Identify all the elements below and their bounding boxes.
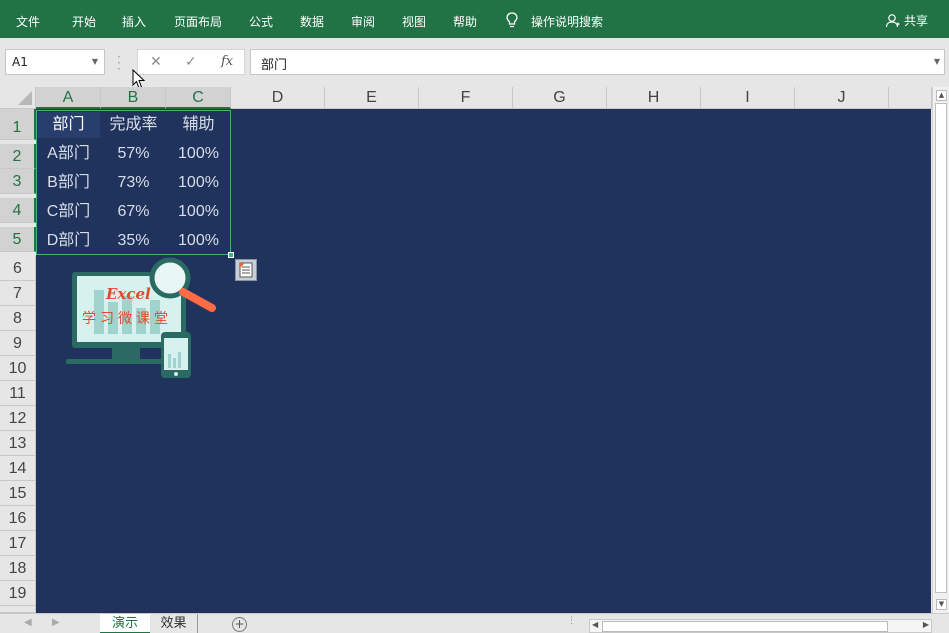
column-header-h[interactable]: H: [607, 87, 701, 109]
row-header-5[interactable]: 5: [0, 227, 36, 252]
row-header-15[interactable]: 15: [0, 481, 36, 506]
formula-content: 部门: [261, 58, 288, 73]
sheet-tabs-bar: ◀ ▶ 演示 效果 + ⋮ ◀ ▶: [0, 613, 949, 633]
row-header-19[interactable]: 19: [0, 581, 36, 606]
column-header-i[interactable]: I: [701, 87, 795, 109]
share-label: 共享: [904, 14, 929, 28]
row-header-16[interactable]: 16: [0, 506, 36, 531]
formula-bar-grip[interactable]: · · ·: [117, 51, 121, 75]
scroll-down-icon[interactable]: ▼: [936, 599, 947, 610]
scroll-left-icon[interactable]: ◀: [592, 620, 598, 629]
next-sheet-icon[interactable]: ▶: [52, 617, 60, 628]
enter-icon[interactable]: ✓: [185, 54, 197, 70]
row-header-top-strip: [0, 109, 36, 115]
sheet-tab-effect[interactable]: 效果: [150, 614, 198, 633]
tab-formulas[interactable]: 公式: [249, 13, 273, 30]
search-tell-me[interactable]: 操作说明搜索: [531, 13, 603, 30]
column-header-b[interactable]: B: [101, 87, 166, 109]
person-icon: [885, 14, 900, 28]
quick-analysis-icon: [239, 262, 253, 278]
fill-handle[interactable]: [228, 252, 234, 258]
formula-buttons: ✕ ✓ fx: [137, 49, 245, 75]
cancel-icon[interactable]: ✕: [150, 54, 162, 70]
tab-review[interactable]: 审阅: [351, 13, 375, 30]
column-header-j[interactable]: J: [795, 87, 889, 109]
row-header-1[interactable]: 1: [0, 115, 36, 140]
vertical-scrollbar[interactable]: ▲ ▼: [932, 87, 949, 613]
row-header-10[interactable]: 10: [0, 356, 36, 381]
column-header-g[interactable]: G: [513, 87, 607, 109]
ribbon-menu-bar: 文件 开始 插入 页面布局 公式 数据 审阅 视图 帮助 操作说明搜索 共享: [0, 0, 949, 38]
tab-view[interactable]: 视图: [402, 13, 426, 30]
add-sheet-icon[interactable]: +: [232, 617, 247, 632]
row-header-17[interactable]: 17: [0, 531, 36, 556]
selection-range: [36, 110, 234, 258]
row-header-18[interactable]: 18: [0, 556, 36, 581]
row-header-6[interactable]: 6: [0, 256, 36, 281]
column-header-a[interactable]: A: [36, 87, 101, 109]
row-header-20[interactable]: [0, 606, 36, 613]
sheet-tab-demo[interactable]: 演示: [100, 614, 150, 633]
row-header-2[interactable]: 2: [0, 144, 36, 169]
logo-title: Excel: [105, 285, 151, 303]
quick-analysis-button[interactable]: [235, 259, 257, 281]
column-header-c[interactable]: C: [166, 87, 231, 109]
formula-input[interactable]: 部门 ▼: [250, 49, 945, 75]
share-button[interactable]: 共享: [885, 12, 928, 29]
tab-page-layout[interactable]: 页面布局: [174, 13, 222, 30]
scroll-right-icon[interactable]: ▶: [923, 620, 929, 629]
scroll-up-icon[interactable]: ▲: [936, 90, 947, 101]
name-box[interactable]: A1 ▼: [5, 49, 105, 75]
name-box-value: A1: [12, 55, 28, 69]
tab-data[interactable]: 数据: [300, 13, 324, 30]
row-header-4[interactable]: 4: [0, 198, 36, 223]
insert-function-icon[interactable]: fx: [221, 54, 233, 69]
prev-sheet-icon[interactable]: ◀: [24, 617, 32, 628]
horizontal-scrollbar[interactable]: ◀ ▶: [589, 619, 932, 633]
select-all-corner[interactable]: [0, 87, 36, 109]
row-header-7[interactable]: 7: [0, 281, 36, 306]
horizontal-scroll-thumb[interactable]: [602, 621, 888, 632]
column-header-e[interactable]: E: [325, 87, 419, 109]
vertical-scroll-thumb[interactable]: [935, 103, 947, 593]
row-header-12[interactable]: 12: [0, 406, 36, 431]
row-header-8[interactable]: 8: [0, 306, 36, 331]
tab-split-grip-icon[interactable]: ⋮: [567, 616, 576, 626]
chevron-down-icon[interactable]: ▼: [92, 57, 98, 66]
row-header-13[interactable]: 13: [0, 431, 36, 456]
tab-help[interactable]: 帮助: [453, 13, 477, 30]
column-header-f[interactable]: F: [419, 87, 513, 109]
tab-home[interactable]: 开始: [72, 13, 96, 30]
row-header-3[interactable]: 3: [0, 169, 36, 194]
excel-window: 文件 开始 插入 页面布局 公式 数据 审阅 视图 帮助 操作说明搜索 共享 A…: [0, 0, 949, 633]
row-header-9[interactable]: 9: [0, 331, 36, 356]
column-header-d[interactable]: D: [231, 87, 325, 109]
tab-file[interactable]: 文件: [16, 13, 40, 30]
expand-formula-icon[interactable]: ▼: [934, 57, 940, 66]
column-header-k[interactable]: [889, 87, 932, 109]
excel-microcourse-logo: Excel 学习微课堂: [66, 257, 216, 378]
lightbulb-icon[interactable]: [504, 11, 520, 29]
row-header-11[interactable]: 11: [0, 381, 36, 406]
tab-insert[interactable]: 插入: [122, 13, 146, 30]
row-header-14[interactable]: 14: [0, 456, 36, 481]
logo-subtitle: 学习微课堂: [82, 311, 172, 327]
